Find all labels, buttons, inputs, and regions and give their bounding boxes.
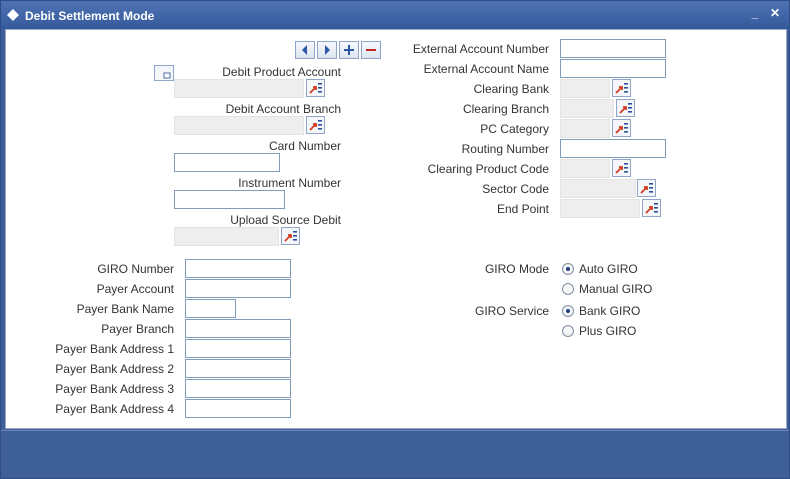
upload-source-debit-lov-button[interactable]: [281, 227, 300, 245]
routing-number-field[interactable]: [560, 139, 666, 158]
debit-account-branch-field[interactable]: [174, 116, 304, 135]
payer-account-field[interactable]: [185, 279, 291, 298]
end-point-field[interactable]: [560, 199, 640, 218]
payer-bank-name-field[interactable]: [185, 299, 236, 318]
end-point-label: End Point: [496, 202, 549, 216]
payer-branch-label: Payer Branch: [101, 322, 174, 336]
giro-mode-label: GIRO Mode: [484, 262, 549, 276]
end-point-lov-button[interactable]: [642, 199, 661, 217]
manual-giro-label: Manual GIRO: [579, 282, 653, 296]
external-account-number-label: External Account Number: [412, 42, 549, 56]
sector-code-field[interactable]: [560, 179, 636, 198]
list-of-values-icon: [309, 120, 322, 131]
payer-bank-address-2-field[interactable]: [185, 359, 291, 378]
debit-account-branch-label: Debit Account Branch: [225, 102, 341, 116]
plus-giro-label: Plus GIRO: [579, 324, 637, 338]
giro-number-field[interactable]: [185, 259, 291, 278]
list-of-values-icon: [309, 83, 322, 94]
manual-giro-radio[interactable]: [562, 283, 574, 295]
payer-account-label: Payer Account: [96, 282, 174, 296]
card-number-label: Card Number: [268, 139, 341, 153]
upload-source-debit-field[interactable]: [174, 227, 279, 246]
next-record-button[interactable]: [317, 41, 337, 59]
next-icon: [325, 45, 330, 55]
auto-giro-radio[interactable]: [562, 263, 574, 275]
bank-giro-radio[interactable]: [562, 305, 574, 317]
bank-giro-label: Bank GIRO: [579, 304, 641, 318]
previous-record-button[interactable]: [295, 41, 315, 59]
form-content: Debit Product Account Debit Account Bran…: [5, 29, 787, 429]
payer-bank-address-4-field[interactable]: [185, 399, 291, 418]
title-bar: Debit Settlement Mode _ ✕: [1, 1, 789, 29]
list-of-values-icon: [615, 123, 628, 134]
clearing-bank-label: Clearing Bank: [473, 82, 549, 96]
pc-category-lov-button[interactable]: [612, 119, 631, 137]
pc-category-field[interactable]: [560, 119, 610, 138]
window-footer: [1, 430, 789, 478]
routing-number-label: Routing Number: [461, 142, 549, 156]
upload-source-debit-label: Upload Source Debit: [230, 213, 341, 227]
instrument-number-field[interactable]: [174, 190, 285, 209]
external-account-name-label: External Account Name: [423, 62, 549, 76]
clearing-bank-field[interactable]: [560, 79, 610, 98]
list-of-values-icon: [645, 203, 658, 214]
payer-bank-name-label: Payer Bank Name: [76, 302, 174, 316]
payer-bank-address-1-label: Payer Bank Address 1: [55, 342, 174, 356]
payer-branch-field[interactable]: [185, 319, 291, 338]
debit-account-branch-lov-button[interactable]: [306, 116, 325, 134]
add-record-button[interactable]: [339, 41, 359, 59]
debit-product-account-lov-button[interactable]: [306, 79, 325, 97]
card-number-field[interactable]: [174, 153, 280, 172]
debit-product-account-field[interactable]: [174, 79, 304, 98]
clearing-bank-lov-button[interactable]: [612, 79, 631, 97]
debit-product-account-label: Debit Product Account: [222, 65, 341, 79]
list-of-values-icon: [284, 231, 297, 242]
window-title: Debit Settlement Mode: [25, 9, 155, 23]
clearing-product-code-lov-button[interactable]: [612, 159, 631, 177]
debit-settlement-window: Debit Settlement Mode _ ✕ Debit Product …: [0, 0, 790, 479]
window-diamond-icon: [7, 9, 19, 21]
clearing-branch-lov-button[interactable]: [616, 99, 635, 117]
sector-code-lov-button[interactable]: [637, 179, 656, 197]
giro-service-label: GIRO Service: [474, 304, 549, 318]
plus-giro-radio[interactable]: [562, 325, 574, 337]
pc-category-label: PC Category: [480, 122, 549, 136]
payer-bank-address-1-field[interactable]: [185, 339, 291, 358]
auto-giro-label: Auto GIRO: [579, 262, 638, 276]
payer-bank-address-2-label: Payer Bank Address 2: [55, 362, 174, 376]
payer-bank-address-4-label: Payer Bank Address 4: [55, 402, 174, 416]
clearing-product-code-field[interactable]: [560, 159, 610, 178]
sector-code-label: Sector Code: [482, 182, 549, 196]
list-of-values-icon: [619, 103, 632, 114]
clearing-branch-label: Clearing Branch: [462, 102, 549, 116]
payer-bank-address-3-field[interactable]: [185, 379, 291, 398]
minimize-button[interactable]: _: [747, 5, 763, 21]
clearing-branch-field[interactable]: [560, 99, 614, 118]
external-account-number-field[interactable]: [560, 39, 666, 58]
previous-icon: [302, 45, 307, 55]
payer-bank-address-3-label: Payer Bank Address 3: [55, 382, 174, 396]
instrument-number-label: Instrument Number: [238, 176, 341, 190]
add-icon: [344, 45, 354, 55]
close-button[interactable]: ✕: [767, 5, 783, 21]
external-account-name-field[interactable]: [560, 59, 666, 78]
list-of-values-icon: [640, 183, 653, 194]
clearing-product-code-label: Clearing Product Code: [427, 162, 549, 176]
list-of-values-icon: [615, 83, 628, 94]
giro-number-label: GIRO Number: [97, 262, 174, 276]
list-of-values-icon: [615, 163, 628, 174]
